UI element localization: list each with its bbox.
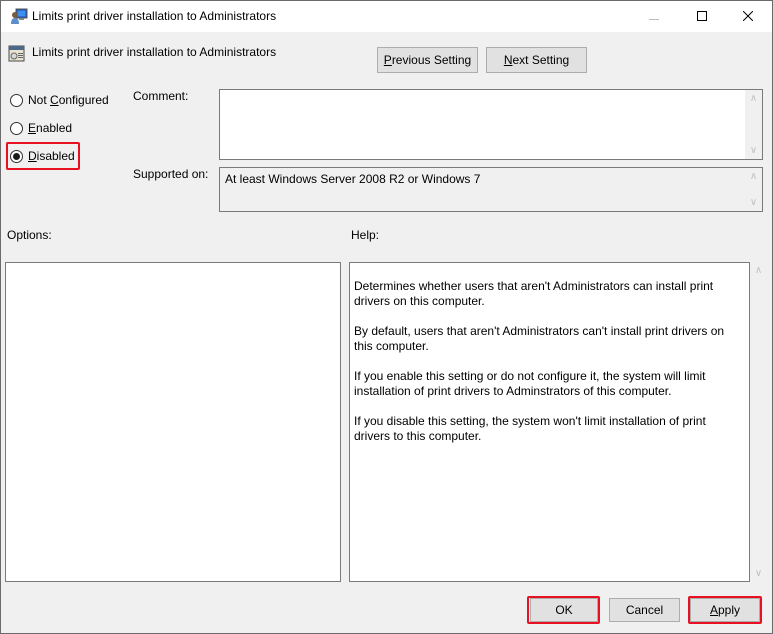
maximize-button[interactable] xyxy=(679,1,725,32)
help-paragraph: If you disable this setting, the system … xyxy=(354,414,706,443)
options-label: Options: xyxy=(7,228,52,242)
supported-scrollbar[interactable]: ∧ ∨ xyxy=(745,168,762,211)
supported-on-field: At least Windows Server 2008 R2 or Windo… xyxy=(219,167,763,212)
minimize-icon xyxy=(649,10,659,24)
annotation-highlight-ok xyxy=(527,596,600,624)
supported-on-value: At least Windows Server 2008 R2 or Windo… xyxy=(225,172,481,186)
scroll-down-icon[interactable]: ∨ xyxy=(745,142,762,159)
comment-label: Comment: xyxy=(133,89,189,103)
group-policy-setting-dialog: Limits print driver installation to Admi… xyxy=(0,0,773,634)
scroll-up-icon[interactable]: ∧ xyxy=(750,262,767,279)
maximize-icon xyxy=(697,10,707,24)
supported-on-label: Supported on: xyxy=(133,167,209,181)
help-panel: Determines whether users that aren't Adm… xyxy=(349,262,750,582)
annotation-highlight-apply xyxy=(688,596,762,624)
close-icon xyxy=(742,10,754,24)
window-title: Limits print driver installation to Admi… xyxy=(32,9,277,23)
scroll-down-icon[interactable]: ∨ xyxy=(745,194,762,211)
comment-scrollbar[interactable]: ∧ ∨ xyxy=(745,90,762,159)
help-paragraph: If you enable this setting or do not con… xyxy=(354,369,706,398)
scroll-down-icon[interactable]: ∨ xyxy=(750,565,767,582)
policy-computer-icon xyxy=(10,8,28,25)
comment-textarea[interactable]: ∧ ∨ xyxy=(219,89,763,160)
policy-setting-icon xyxy=(8,45,25,62)
cancel-button[interactable]: Cancel xyxy=(609,598,680,622)
help-paragraph: By default, users that aren't Administra… xyxy=(354,324,725,353)
radio-circle[interactable] xyxy=(10,93,23,107)
scroll-up-icon[interactable]: ∧ xyxy=(745,168,762,185)
scroll-up-icon[interactable]: ∧ xyxy=(745,90,762,107)
radio-enabled[interactable]: Enabled xyxy=(10,119,72,137)
annotation-highlight-disabled xyxy=(6,142,80,170)
radio-circle[interactable] xyxy=(10,121,23,135)
help-label: Help: xyxy=(351,228,380,242)
minimize-button[interactable] xyxy=(631,1,677,32)
previous-setting-button[interactable]: Previous Setting xyxy=(377,47,478,73)
help-paragraph: Determines whether users that aren't Adm… xyxy=(354,279,714,308)
help-text: Determines whether users that aren't Adm… xyxy=(354,279,744,459)
next-setting-button[interactable]: Next Setting xyxy=(486,47,587,73)
title-bar: Limits print driver installation to Admi… xyxy=(1,1,772,32)
radio-label: Enabled xyxy=(28,121,73,135)
radio-not-configured[interactable]: Not Configured xyxy=(10,91,109,109)
setting-name: Limits print driver installation to Admi… xyxy=(32,45,277,59)
radio-label: Not Configured xyxy=(28,93,109,107)
close-button[interactable] xyxy=(725,1,771,32)
help-scrollbar[interactable]: ∧ ∨ xyxy=(750,262,770,582)
options-panel xyxy=(5,262,341,582)
